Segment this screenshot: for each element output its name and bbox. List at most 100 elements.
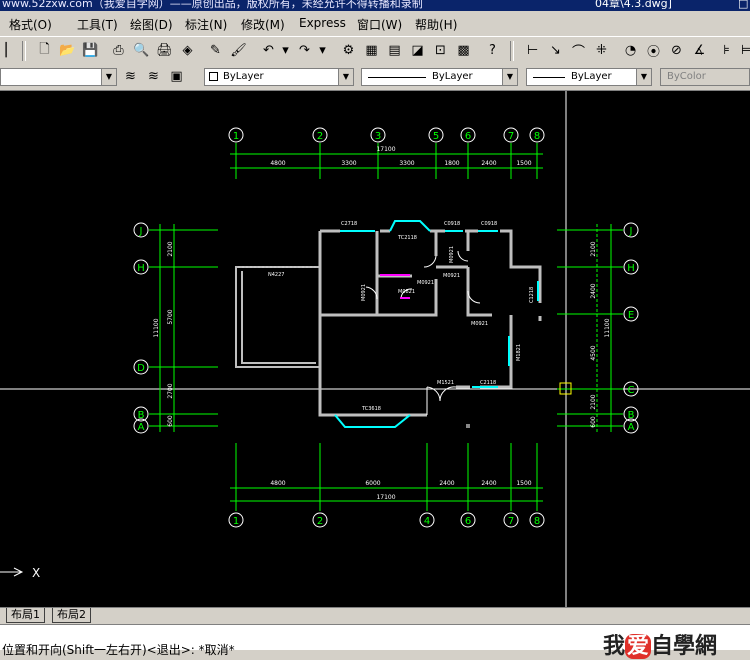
axis-label: C: [628, 385, 635, 396]
print-preview-icon[interactable]: 🔍: [131, 40, 152, 61]
help-icon[interactable]: ?: [482, 40, 503, 61]
dim-arc-icon[interactable]: ⌒: [568, 40, 589, 61]
open-file-icon[interactable]: 📂: [57, 40, 78, 61]
axis-label: J: [139, 226, 143, 237]
linetype-value: ByLayer: [432, 71, 473, 82]
axis-label: 6: [465, 516, 471, 527]
plot-icon[interactable]: ◈: [177, 40, 198, 61]
door-label: M1521: [437, 380, 454, 386]
linetype-combo[interactable]: ByLayer ▼: [361, 68, 518, 86]
plotstyle-value: ByColor: [667, 71, 706, 82]
top-axis-labels: 1 2 3 5 6 7 8: [233, 131, 540, 142]
left-axis-bubbles: [133, 222, 149, 434]
dim-text: 2700: [167, 383, 174, 398]
axis-label: A: [628, 422, 635, 433]
markup-icon[interactable]: ⊡: [430, 40, 451, 61]
door-label: M0921: [449, 246, 455, 263]
axis-label: 4: [424, 516, 430, 527]
color-combo[interactable]: ByLayer ▼: [204, 68, 354, 86]
axis-label: J: [629, 226, 633, 237]
axis-label: E: [628, 310, 634, 321]
maximize-button[interactable]: □: [738, 0, 748, 9]
axis-label: 3: [375, 131, 381, 142]
logo-part-2: 爱: [625, 634, 652, 659]
title-bar: www.52zxw.com（我爱自学网）——原创出品，版权所有，未经允许不得转播…: [0, 0, 750, 11]
window-title: www.52zxw.com（我爱自学网）——原创出品，版权所有，未经允许不得转播…: [2, 0, 423, 10]
redo-dropdown-icon[interactable]: ▾: [312, 40, 333, 61]
dim-text: 6000: [365, 480, 380, 487]
axis-label: B: [138, 410, 145, 421]
menu-modify[interactable]: 修改(M): [241, 16, 285, 33]
tab-layout2[interactable]: 布局2: [52, 608, 91, 623]
quick-dim-icon[interactable]: ⊧: [716, 40, 737, 61]
lineweight-sample: [533, 77, 565, 78]
left-axis-labels: J H D B A: [137, 226, 145, 433]
menu-help[interactable]: 帮助(H): [415, 16, 457, 33]
dim-diameter-icon[interactable]: ⊘: [666, 40, 687, 61]
menu-express[interactable]: Express: [299, 16, 346, 30]
chevron-down-icon: ▼: [502, 69, 517, 85]
door-label: M0821: [398, 289, 415, 295]
new-file-icon[interactable]: 🗋: [34, 40, 55, 61]
menu-dimension[interactable]: 标注(N): [185, 16, 227, 33]
design-center-icon[interactable]: ⚙: [338, 40, 359, 61]
point-marker: [466, 424, 470, 428]
layer-previous-icon[interactable]: ≋: [143, 66, 164, 87]
axis-label: H: [137, 263, 145, 274]
print-icon[interactable]: ⎙: [108, 40, 129, 61]
chevron-down-icon: ▼: [101, 69, 116, 85]
properties-icon[interactable]: ▦: [361, 40, 382, 61]
axis-label: 1: [233, 131, 239, 142]
calculator-icon[interactable]: ▩: [453, 40, 474, 61]
tool-palette-icon[interactable]: ▤: [384, 40, 405, 61]
dim-text: 2100: [167, 241, 174, 256]
door-label: M0921: [443, 273, 460, 279]
dim-ordinate-icon[interactable]: ⁜: [591, 40, 612, 61]
menu-format[interactable]: 格式(O): [9, 16, 52, 33]
toolbar-separator: [510, 41, 514, 61]
door-label: M0921: [471, 321, 488, 327]
dim-text: 5700: [167, 309, 174, 324]
save-icon[interactable]: 💾: [80, 40, 101, 61]
menu-tools[interactable]: 工具(T): [77, 16, 118, 33]
match-properties-icon[interactable]: ✎: [205, 40, 226, 61]
window-file-title: 04章\4.3.dwg]: [595, 0, 672, 10]
bottom-dimension-text: 4800 6000 2400 2400 1500 17100: [270, 480, 531, 501]
logo-part-3: 自學網: [651, 634, 718, 659]
dim-text: 11100: [604, 318, 611, 337]
tab-layout1[interactable]: 布局1: [6, 608, 45, 623]
window-label: C2718: [341, 221, 357, 227]
dim-aligned-icon[interactable]: ↘: [545, 40, 566, 61]
balcony: [235, 266, 320, 368]
dim-angular-icon[interactable]: ∡: [689, 40, 710, 61]
dim-linear-icon[interactable]: ⊢: [522, 40, 543, 61]
dim-text: 17100: [376, 146, 395, 153]
lineweight-value: ByLayer: [571, 71, 612, 82]
layer-combo[interactable]: ▼: [0, 68, 117, 86]
drawing-canvas[interactable]: 1 2 3 5 6 7 8 17100 4800 3300 3300 1800 …: [0, 91, 750, 607]
dim-text: 11100: [153, 318, 160, 337]
dim-text: 2400: [481, 480, 496, 487]
undo-dropdown-icon[interactable]: ▾: [275, 40, 296, 61]
brush-icon[interactable]: 🖌: [228, 40, 249, 61]
layer-manager-icon[interactable]: ≋: [120, 66, 141, 87]
door-label: M0921: [361, 284, 367, 301]
floor-plan-drawing: 1 2 3 5 6 7 8 17100 4800 3300 3300 1800 …: [0, 91, 750, 607]
right-axis-bubbles: [623, 222, 639, 434]
dim-text: 2100: [590, 241, 597, 256]
axis-label: 8: [534, 131, 540, 142]
plotstyle-combo[interactable]: ByColor: [660, 68, 750, 86]
lineweight-combo[interactable]: ByLayer ▼: [526, 68, 652, 86]
sheet-set-icon[interactable]: ◪: [407, 40, 428, 61]
door-label: M1821: [516, 344, 522, 361]
baseline-dim-icon[interactable]: ⊨: [736, 40, 750, 61]
dim-text: 17100: [376, 494, 395, 501]
publish-icon[interactable]: 🖨: [154, 40, 175, 61]
layer-state-icon[interactable]: ▣: [166, 66, 187, 87]
dim-jogged-icon[interactable]: ⦿: [643, 40, 664, 61]
menu-window[interactable]: 窗口(W): [357, 16, 402, 33]
axis-label: 2: [317, 516, 323, 527]
logo-part-1: 我: [603, 634, 626, 659]
dim-radius-icon[interactable]: ◔: [620, 40, 641, 61]
menu-draw[interactable]: 绘图(D): [130, 16, 173, 33]
